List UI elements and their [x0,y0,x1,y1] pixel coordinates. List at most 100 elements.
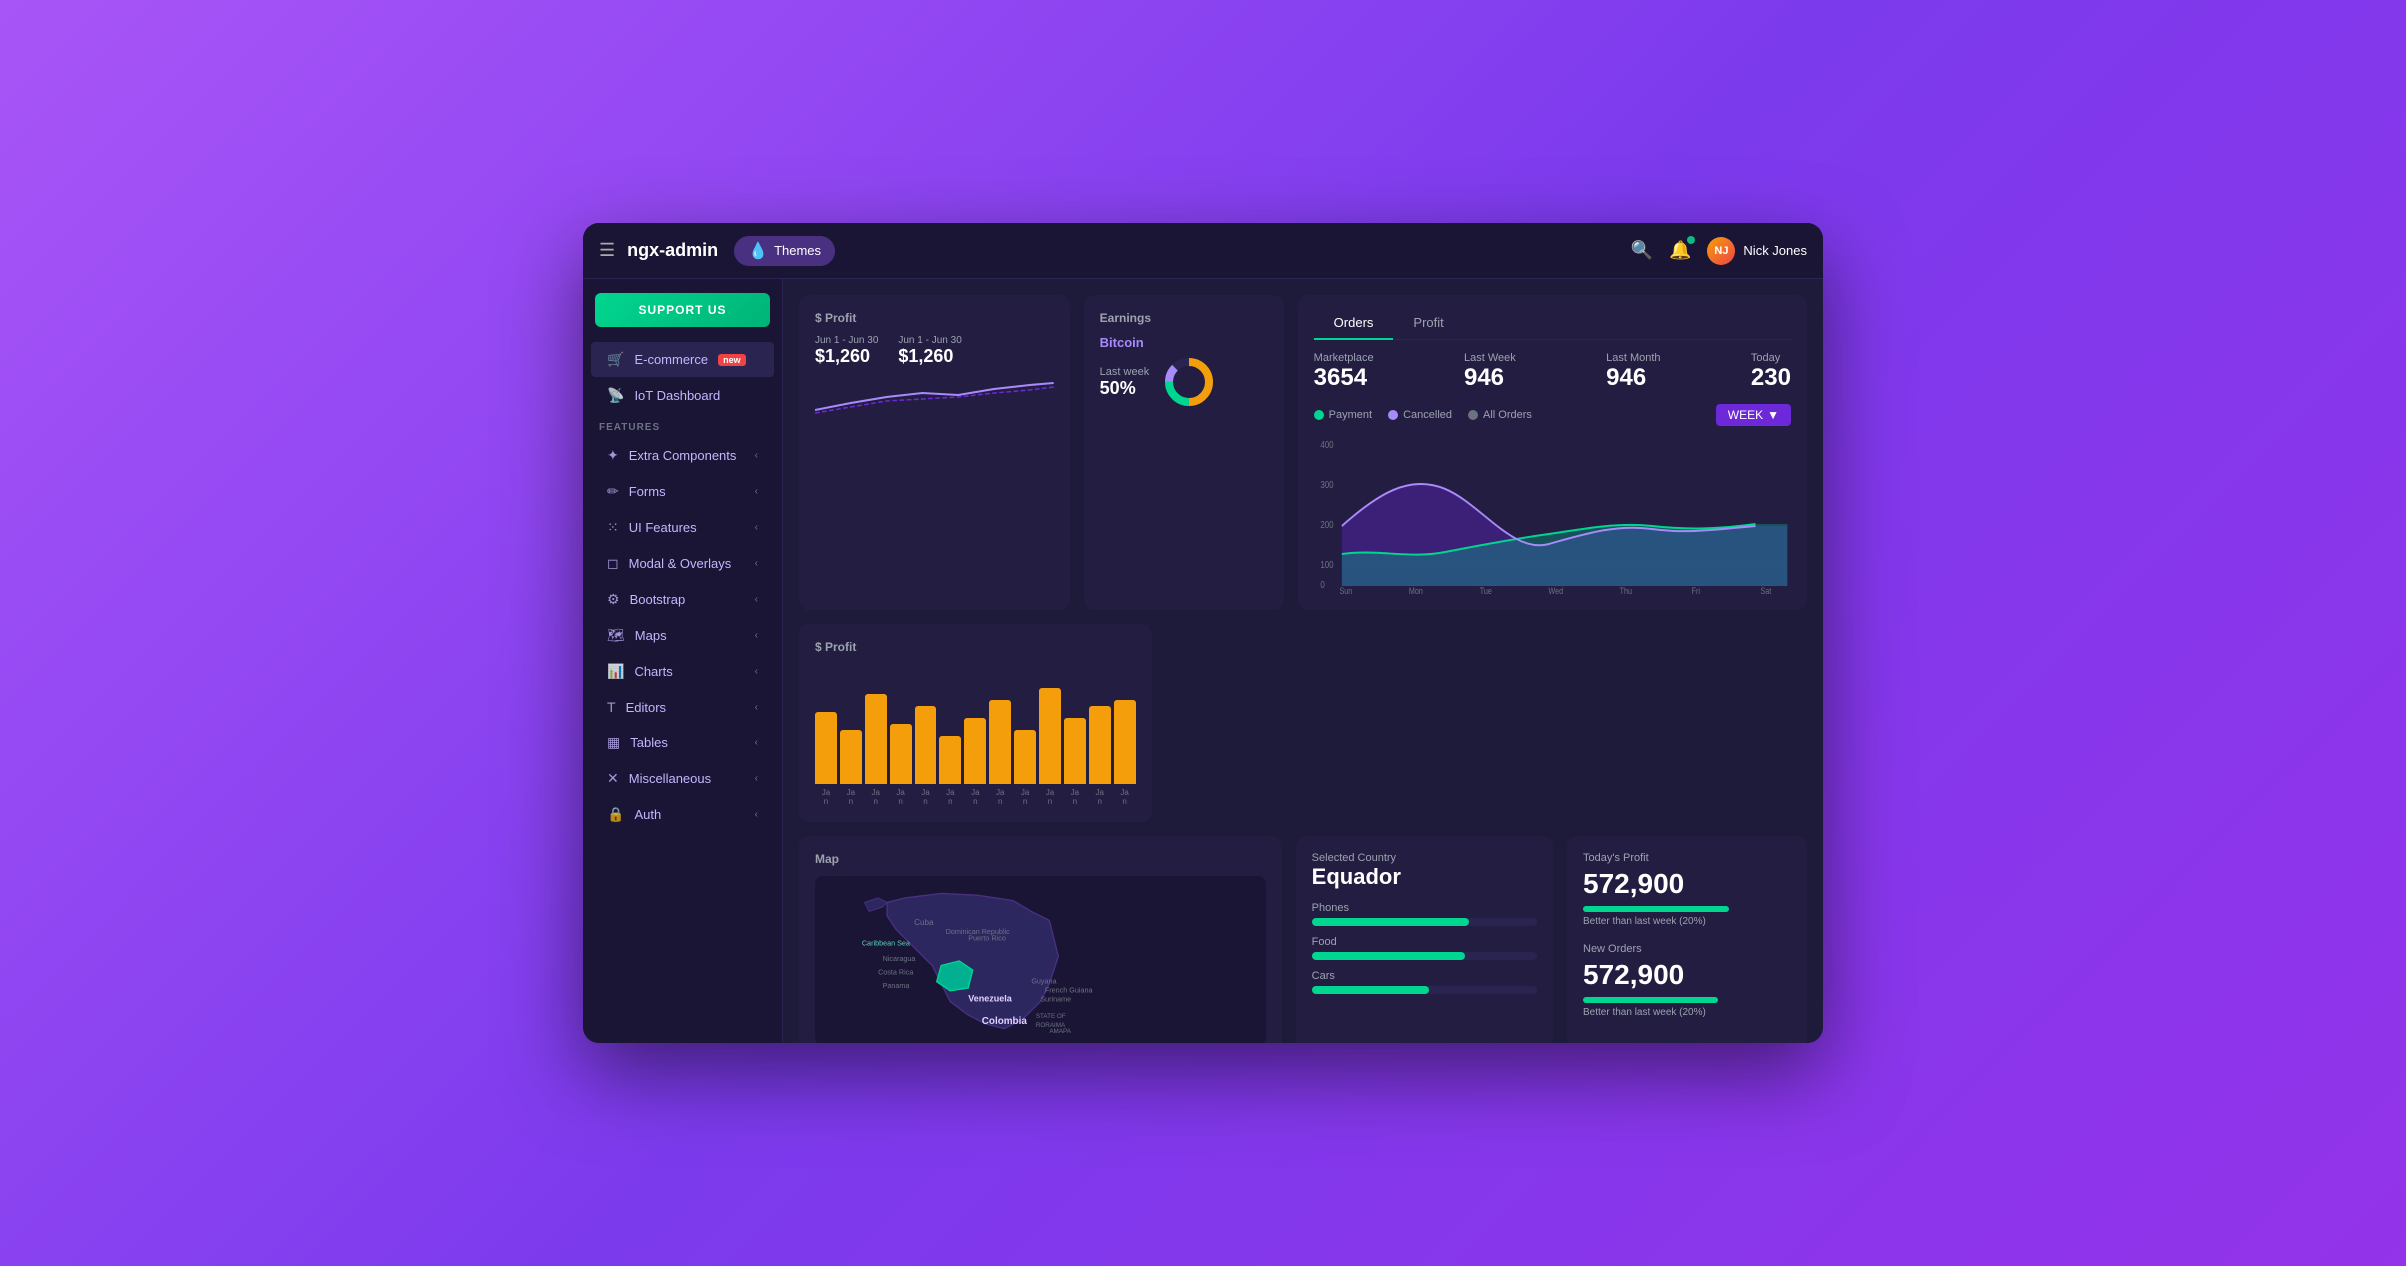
week-dropdown-icon: ▼ [1767,408,1779,422]
map-placeholder: Cuba Dominican Republic Puerto Rico Nica… [815,876,1266,1043]
row-3: Map Cuba Dominican Republic P [799,836,1807,1043]
stat-bar-label: Food [1312,936,1537,948]
svg-text:Sun: Sun [1339,586,1352,594]
menu-icon[interactable]: ☰ [599,240,615,261]
food-bar: Food [1312,936,1537,960]
profit-col-1: Jun 1 - Jun 30 $1,260 [815,335,878,367]
sidebar-item-label: Modal & Overlays [629,556,732,571]
user-info[interactable]: NJ Nick Jones [1707,237,1807,265]
sidebar-item-tables[interactable]: ▦ Tables ‹ [591,725,774,760]
new-badge: new [718,354,746,366]
ui-icon: ⁙ [607,519,619,536]
sidebar-item-editors[interactable]: T Editors ‹ [591,690,774,724]
iot-icon: 📡 [607,387,624,404]
sidebar-item-maps[interactable]: 🗺 Maps ‹ [591,618,774,653]
sidebar-item-iot[interactable]: 📡 IoT Dashboard [591,378,774,413]
bar-label: Jan [1014,788,1036,806]
bar-label: Jan [915,788,937,806]
sidebar-item-extra[interactable]: ✦ Extra Components ‹ [591,438,774,473]
svg-text:Tue: Tue [1479,586,1491,594]
profit-bar-card: $ Profit [799,624,1152,822]
sidebar-item-label: Miscellaneous [629,771,711,786]
sidebar-item-label: E-commerce [634,352,708,367]
legend-cancelled: Cancelled [1388,409,1452,421]
sidebar-item-charts[interactable]: 📊 Charts ‹ [591,654,774,689]
sidebar-item-label: Forms [629,484,666,499]
stat-value: 230 [1751,364,1791,392]
themes-button[interactable]: 💧 Themes [734,236,835,266]
orders-card: Orders Profit Marketplace 3654 Last Week… [1298,295,1807,610]
map-title: Map [815,852,1266,866]
bar-label: Jan [1089,788,1111,806]
svg-text:Costa Rica: Costa Rica [878,968,913,977]
auth-icon: 🔒 [607,806,624,823]
country-name: Equador [1312,864,1537,890]
bar-item [815,712,837,784]
tab-profit[interactable]: Profit [1393,311,1463,339]
svg-text:Fri: Fri [1691,586,1700,594]
svg-text:Wed: Wed [1548,586,1563,594]
extra-icon: ✦ [607,447,619,464]
chevron-icon: ‹ [755,773,758,784]
tab-orders[interactable]: Orders [1314,311,1394,340]
sidebar-item-ecommerce[interactable]: 🛒 E-commerce new [591,342,774,377]
bar-item [865,694,887,784]
bar-labels: Jan Jan Jan Jan Jan Jan Jan Jan Jan Jan … [815,788,1136,806]
legend-dot-payment [1314,410,1324,420]
bar-chart [815,664,1136,784]
bar-item [989,700,1011,784]
chevron-icon: ‹ [755,809,758,820]
sidebar-item-bootstrap[interactable]: ⚙ Bootstrap ‹ [591,582,774,617]
stat-value: 946 [1464,364,1516,392]
bar-item [1039,688,1061,784]
stat-label: Last Month [1606,352,1660,364]
avatar: NJ [1707,237,1735,265]
profit-mini-chart [815,375,1054,415]
row-2: $ Profit [799,624,1807,822]
support-button[interactable]: SUPPORT US [595,293,770,327]
stat-bar-label: Cars [1312,970,1537,982]
svg-text:French Guiana: French Guiana [1045,986,1093,995]
search-icon[interactable]: 🔍 [1631,240,1653,261]
forms-icon: ✏ [607,483,619,500]
stat-bar-bg [1312,986,1537,994]
sidebar-item-ui[interactable]: ⁙ UI Features ‹ [591,510,774,545]
sidebar-item-modal[interactable]: ◻ Modal & Overlays ‹ [591,546,774,581]
cars-bar: Cars [1312,970,1537,994]
sidebar-item-misc[interactable]: ✕ Miscellaneous ‹ [591,761,774,796]
map-card: Map Cuba Dominican Republic P [799,836,1282,1043]
bar-item [1014,730,1036,784]
orders-chart: 400 300 200 100 0 [1314,434,1791,594]
legend-dot-allorders [1468,410,1478,420]
week-button[interactable]: WEEK ▼ [1716,404,1791,426]
today-profit-card: Today's Profit 572,900 Better than last … [1567,836,1807,1043]
legend-label: Payment [1329,409,1372,421]
svg-text:Colombia: Colombia [982,1016,1028,1027]
themes-drop-icon: 💧 [748,241,768,261]
profit-date-1: Jun 1 - Jun 30 [815,335,878,346]
sidebar-item-label: UI Features [629,520,697,535]
svg-text:200: 200 [1320,519,1333,530]
svg-text:Nicaragua: Nicaragua [883,954,916,963]
header-right: 🔍 🔔 NJ Nick Jones [1631,237,1807,265]
bar-item [1089,706,1111,784]
chevron-icon: ‹ [755,702,758,713]
today-profit-value: 572,900 [1583,868,1791,900]
sidebar-item-forms[interactable]: ✏ Forms ‹ [591,474,774,509]
stat-bar-bg [1312,952,1537,960]
sidebar-item-label: Auth [634,807,661,822]
svg-text:0: 0 [1320,579,1324,590]
notification-icon[interactable]: 🔔 [1669,240,1691,261]
app-body: SUPPORT US 🛒 E-commerce new 📡 IoT Dashbo… [583,279,1823,1043]
stat-label: Today [1751,352,1791,364]
stat-lastweek: Last Week 946 [1464,352,1516,392]
sidebar-item-auth[interactable]: 🔒 Auth ‹ [591,797,774,832]
bar-item [939,736,961,784]
orders-tabs: Orders Profit [1314,311,1791,340]
sidebar-item-label: Bootstrap [630,592,686,607]
user-name: Nick Jones [1743,243,1807,258]
bootstrap-icon: ⚙ [607,591,620,608]
misc-icon: ✕ [607,770,619,787]
themes-label: Themes [774,243,821,258]
app-window: ☰ ngx-admin 💧 Themes 🔍 🔔 NJ Nick Jones S… [583,223,1823,1043]
